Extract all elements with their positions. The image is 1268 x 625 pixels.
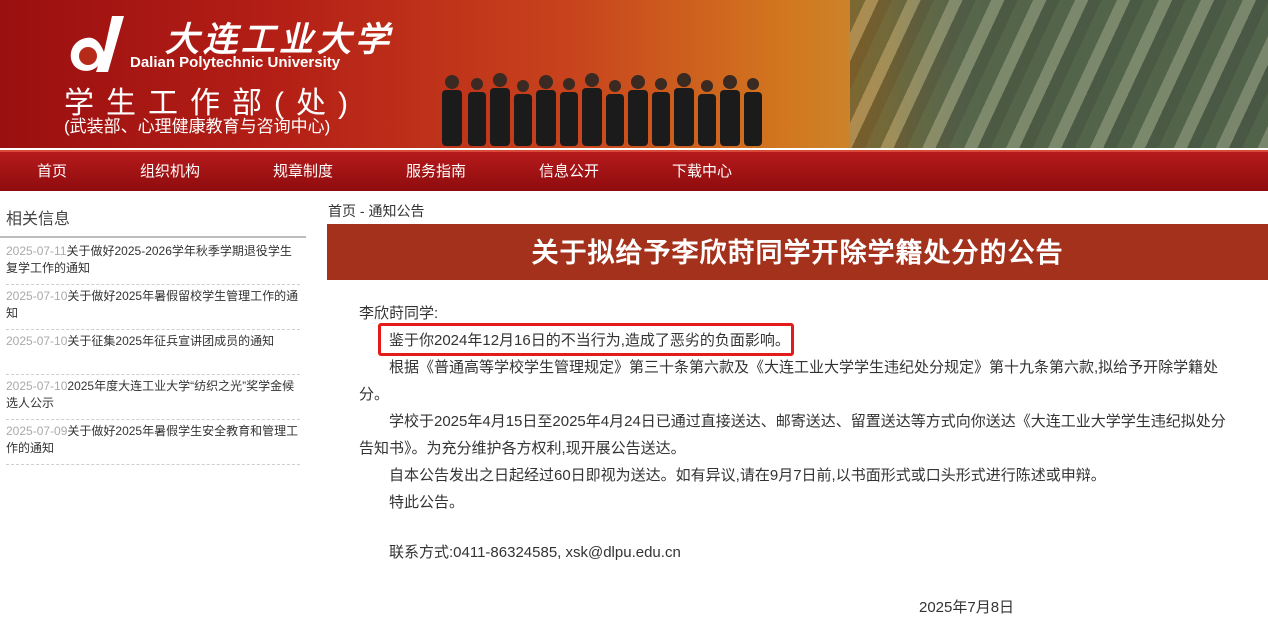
list-item[interactable]: 2025-07-10关于征集2025年征兵宣讲团成员的通知 [6, 330, 300, 375]
breadcrumb: 首页 - 通知公告 [328, 201, 424, 221]
article-paragraph: 学校于2025年4月15日至2025年4月24日已通过直接送达、邮寄送达、留置送… [359, 413, 1226, 457]
article-title: 关于拟给予李欣莳同学开除学籍处分的公告 [531, 238, 1064, 268]
list-item-date: 2025-07-10 [6, 334, 68, 348]
nav-item-regulations[interactable]: 规章制度 [273, 152, 333, 191]
list-item[interactable]: 2025-07-11关于做好2025-2026学年秋季学期退役学生复学工作的通知 [6, 240, 300, 285]
department-subtitle: (武装部、心理健康教育与咨询中心) [64, 117, 331, 136]
nav-item-organization[interactable]: 组织机构 [140, 152, 200, 191]
school-name-en: Dalian Polytechnic University [130, 54, 341, 71]
list-item[interactable]: 2025-07-102025年度大连工业大学“纺织之光”奖学金候选人公示 [6, 375, 300, 420]
contact-info: 联系方式:0411-86324585, xsk@dlpu.edu.cn [389, 544, 681, 561]
list-item-date: 2025-07-11 [6, 244, 67, 258]
graduates-photo [442, 73, 762, 146]
list-item[interactable]: 2025-07-09关于做好2025年暑假学生安全教育和管理工作的通知 [6, 420, 300, 465]
red-highlight-box [378, 323, 794, 356]
list-item-date: 2025-07-10 [6, 289, 68, 303]
list-item[interactable]: 2025-07-10关于做好2025年暑假留校学生管理工作的通知 [6, 285, 300, 330]
list-item-date: 2025-07-10 [6, 379, 68, 393]
publish-date: 2025年7月8日 [919, 599, 1015, 616]
nav-item-service-guide[interactable]: 服务指南 [406, 152, 466, 191]
sidebar-divider [0, 236, 306, 238]
article-title-bar: 关于拟给予李欣莳同学开除学籍处分的公告 [327, 224, 1268, 280]
military-training-photo [850, 0, 1268, 148]
sidebar-title: 相关信息 [6, 211, 71, 228]
nav-item-downloads[interactable]: 下载中心 [672, 152, 732, 191]
nav-item-home[interactable]: 首页 [37, 152, 67, 191]
site-banner: 大连工业大学 Dalian Polytechnic University 学生工… [0, 0, 1268, 148]
list-item-date: 2025-07-09 [6, 424, 68, 438]
breadcrumb-home[interactable]: 首页 [328, 203, 356, 219]
list-item-link[interactable]: 关于征集2025年征兵宣讲团成员的通知 [67, 334, 274, 348]
breadcrumb-separator: - [356, 203, 369, 219]
nav-item-info-disclosure[interactable]: 信息公开 [539, 152, 599, 191]
article-paragraph: 特此公告。 [389, 494, 465, 511]
breadcrumb-current[interactable]: 通知公告 [368, 203, 424, 219]
related-info-list: 2025-07-11关于做好2025-2026学年秋季学期退役学生复学工作的通知… [6, 240, 300, 465]
university-logo-icon [70, 16, 124, 72]
article-paragraph: 自本公告发出之日起经过60日即视为送达。如有异议,请在9月7日前,以书面形式或口… [389, 467, 1106, 484]
main-nav: 首页 组织机构 规章制度 服务指南 信息公开 下载中心 [0, 150, 1268, 191]
article-paragraph: 根据《普通高等学校学生管理规定》第三十条第六款及《大连工业大学学生违纪处分规定》… [359, 359, 1219, 403]
